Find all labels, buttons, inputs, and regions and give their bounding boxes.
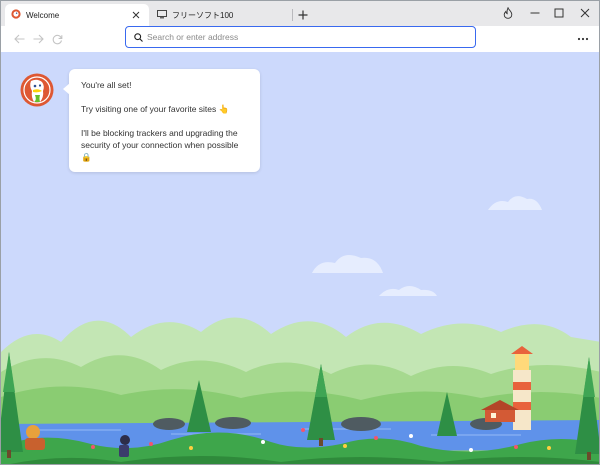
- arrow-left-icon: [13, 34, 24, 44]
- duckduckgo-icon: [11, 9, 21, 21]
- maximize-icon: [554, 8, 564, 18]
- search-icon: [134, 32, 143, 42]
- reload-button[interactable]: [49, 31, 65, 47]
- cloud: [488, 196, 542, 210]
- close-icon: [580, 8, 590, 18]
- tab-freesoft100-label: フリーソフト100: [172, 10, 234, 20]
- address-bar[interactable]: [125, 26, 476, 48]
- minimize-button[interactable]: [525, 5, 545, 21]
- close-window-button[interactable]: [575, 5, 595, 21]
- address-input[interactable]: [143, 32, 447, 42]
- reload-icon: [52, 34, 62, 44]
- welcome-line-2: Try visiting one of your favorite sites …: [81, 104, 230, 114]
- tab-close-icon[interactable]: [129, 8, 143, 22]
- minimize-icon: [530, 12, 540, 14]
- welcome-message-bubble: You're all set! Try visiting one of your…: [63, 69, 260, 172]
- tab-freesoft100[interactable]: フリーソフト100: [151, 4, 293, 26]
- navigation-toolbar: [1, 26, 599, 53]
- browser-window: Welcome フリーソフト100 Search or enter addres…: [0, 0, 600, 465]
- welcome-line-1: You're all set!: [81, 80, 132, 90]
- welcome-line-3: I'll be blocking trackers and upgrading …: [81, 128, 239, 162]
- arrow-right-icon: [33, 34, 44, 44]
- more-menu-button[interactable]: [575, 31, 591, 47]
- tab-strip: Welcome フリーソフト100: [1, 1, 599, 26]
- monitor-icon: [157, 9, 167, 21]
- forward-button[interactable]: [30, 31, 46, 47]
- tab-welcome-label: Welcome: [26, 10, 60, 20]
- cloud: [312, 254, 383, 273]
- duckduckgo-logo: [20, 73, 54, 112]
- plus-icon: [298, 10, 308, 20]
- welcome-page: You're all set! Try visiting one of your…: [1, 52, 599, 464]
- tab-welcome[interactable]: Welcome: [5, 4, 149, 26]
- back-button[interactable]: [11, 31, 27, 47]
- cloud: [379, 286, 437, 296]
- fire-icon: [503, 7, 513, 19]
- new-tab-button[interactable]: [295, 7, 311, 23]
- tab-divider: [292, 9, 293, 21]
- fire-button[interactable]: [498, 5, 518, 21]
- more-menu-icon: [577, 37, 589, 41]
- maximize-button[interactable]: [549, 5, 569, 21]
